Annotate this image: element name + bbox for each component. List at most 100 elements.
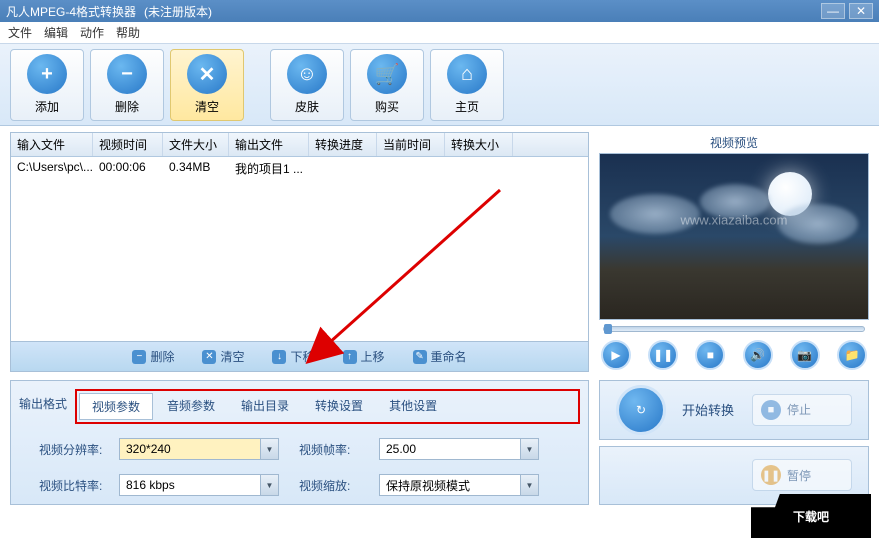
settings-tabs: 视频参数 音频参数 输出目录 转换设置 其他设置 [75, 389, 580, 424]
th-size[interactable]: 文件大小 [163, 133, 229, 156]
minimize-button[interactable]: — [821, 3, 845, 19]
framerate-label: 视频帧率: [299, 441, 379, 458]
preview-scene: www.xiazaiba.com [600, 154, 868, 319]
cell-duration: 00:00:06 [93, 157, 163, 180]
th-convsize[interactable]: 转换大小 [445, 133, 513, 156]
list-delete[interactable]: −删除 [132, 348, 174, 365]
cart-icon: 🛒 [367, 54, 407, 94]
list-clear[interactable]: ✕清空 [202, 348, 244, 365]
menu-edit[interactable]: 编辑 [44, 24, 68, 41]
pause-icon: ❚❚ [761, 465, 781, 485]
cell-curtime [377, 157, 445, 180]
bitrate-dropdown[interactable]: 816 kbps▼ [119, 474, 279, 496]
title-bar: 凡人MPEG-4格式转换器 (未注册版本) — ✕ [0, 0, 879, 22]
home-icon: ⌂ [447, 54, 487, 94]
camera-icon: 📷 [797, 348, 812, 362]
settings-panel: 输出格式 视频参数 音频参数 输出目录 转换设置 其他设置 视频分辨率: 320… [10, 380, 589, 505]
speaker-icon: 🔊 [750, 348, 765, 362]
output-format-label: 输出格式 [19, 395, 67, 412]
buy-label: 购买 [375, 98, 399, 115]
pause-convert-button[interactable]: ❚❚暂停 [752, 459, 852, 491]
preview-title: 视频预览 [599, 132, 869, 153]
cell-input: C:\Users\pc\... [11, 157, 93, 180]
th-duration[interactable]: 视频时间 [93, 133, 163, 156]
cell-convsize [445, 157, 513, 180]
clear-label: 清空 [195, 98, 219, 115]
app-name: 凡人MPEG-4格式转换器 [6, 3, 136, 20]
tab-output-dir[interactable]: 输出目录 [229, 393, 301, 420]
cell-progress [309, 157, 377, 180]
x-icon: ✕ [202, 350, 216, 364]
buy-button[interactable]: 🛒 购买 [350, 49, 424, 121]
play-icon: ▶ [611, 348, 620, 362]
cell-size: 0.34MB [163, 157, 229, 180]
list-down[interactable]: ↓下移 [272, 348, 314, 365]
chevron-down-icon: ▼ [520, 439, 538, 459]
th-input[interactable]: 输入文件 [11, 133, 93, 156]
skin-button[interactable]: ☺ 皮肤 [270, 49, 344, 121]
seek-slider[interactable] [603, 326, 865, 332]
start-label: 开始转换 [682, 400, 734, 419]
bitrate-label: 视频比特率: [39, 477, 119, 494]
add-button[interactable]: + 添加 [10, 49, 84, 121]
table-header: 输入文件 视频时间 文件大小 输出文件 转换进度 当前时间 转换大小 [11, 133, 588, 157]
scale-dropdown[interactable]: 保持原视频模式▼ [379, 474, 539, 496]
tab-other-settings[interactable]: 其他设置 [377, 393, 449, 420]
th-curtime[interactable]: 当前时间 [377, 133, 445, 156]
preview-watermark: www.xiazaiba.com [681, 213, 788, 228]
rename-icon: ✎ [413, 350, 427, 364]
chevron-down-icon: ▼ [520, 475, 538, 495]
pause-button[interactable]: ❚❚ [648, 340, 678, 370]
volume-button[interactable]: 🔊 [743, 340, 773, 370]
snapshot-button[interactable]: 📷 [790, 340, 820, 370]
minus-icon: − [132, 350, 146, 364]
start-row: ↻ 开始转换 ■停止 [599, 380, 869, 440]
add-label: 添加 [35, 98, 59, 115]
list-rename[interactable]: ✎重命名 [413, 348, 467, 365]
video-preview: www.xiazaiba.com [599, 153, 869, 320]
chevron-down-icon: ▼ [260, 439, 278, 459]
minus-icon: − [107, 54, 147, 94]
th-progress[interactable]: 转换进度 [309, 133, 377, 156]
list-up[interactable]: ↑上移 [343, 348, 385, 365]
framerate-dropdown[interactable]: 25.00▼ [379, 438, 539, 460]
refresh-icon: ↻ [636, 403, 646, 417]
th-output[interactable]: 输出文件 [229, 133, 309, 156]
clear-button[interactable]: ✕ 清空 [170, 49, 244, 121]
tab-video-params[interactable]: 视频参数 [79, 393, 153, 420]
media-controls: ▶ ❚❚ ■ 🔊 📷 📁 [599, 338, 869, 372]
stop-convert-button[interactable]: ■停止 [752, 394, 852, 426]
delete-button[interactable]: − 删除 [90, 49, 164, 121]
home-button[interactable]: ⌂ 主页 [430, 49, 504, 121]
folder-button[interactable]: 📁 [837, 340, 867, 370]
cloud-graphic [778, 204, 858, 244]
stop-icon: ■ [761, 400, 781, 420]
menu-file[interactable]: 文件 [8, 24, 32, 41]
chevron-down-icon: ▼ [260, 475, 278, 495]
folder-icon: 📁 [844, 348, 859, 362]
stop-icon: ■ [707, 348, 714, 362]
tab-audio-params[interactable]: 音频参数 [155, 393, 227, 420]
version-note: (未注册版本) [144, 3, 212, 20]
cell-output: 我的项目1 ... [229, 157, 309, 180]
resolution-label: 视频分辨率: [39, 441, 119, 458]
pause-icon: ❚❚ [653, 348, 673, 362]
table-row[interactable]: C:\Users\pc\... 00:00:06 0.34MB 我的项目1 ..… [11, 157, 588, 180]
arrow-up-icon: ↑ [343, 350, 357, 364]
close-button[interactable]: ✕ [849, 3, 873, 19]
slider-thumb[interactable] [604, 324, 612, 334]
stop-button[interactable]: ■ [695, 340, 725, 370]
play-button[interactable]: ▶ [601, 340, 631, 370]
menu-help[interactable]: 帮助 [116, 24, 140, 41]
skin-label: 皮肤 [295, 98, 319, 115]
tab-convert-settings[interactable]: 转换设置 [303, 393, 375, 420]
resolution-dropdown[interactable]: 320*240▼ [119, 438, 279, 460]
start-convert-button[interactable]: ↻ [616, 385, 666, 435]
list-actions: −删除 ✕清空 ↓下移 ↑上移 ✎重命名 [10, 342, 589, 372]
menu-bar: 文件 编辑 动作 帮助 [0, 22, 879, 44]
menu-action[interactable]: 动作 [80, 24, 104, 41]
smile-icon: ☺ [287, 54, 327, 94]
home-label: 主页 [455, 98, 479, 115]
x-icon: ✕ [187, 54, 227, 94]
arrow-down-icon: ↓ [272, 350, 286, 364]
